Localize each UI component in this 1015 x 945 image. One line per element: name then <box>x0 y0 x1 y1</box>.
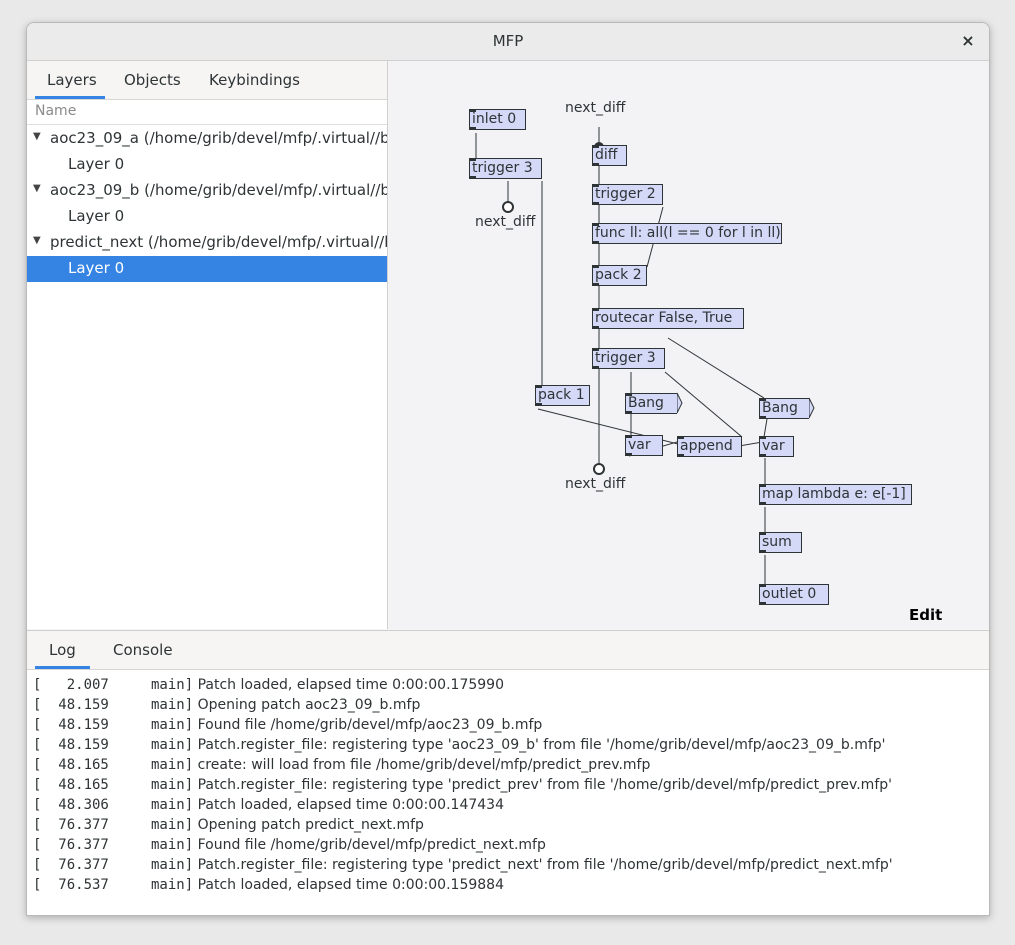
patch-canvas[interactable]: next_diff next_diff next_diff inlet 0 tr… <box>389 61 989 629</box>
bottom-tab-bar: Log Console <box>27 631 989 670</box>
patch-object-trigger[interactable]: trigger 2 <box>592 184 663 205</box>
log-message: Patch loaded, elapsed time 0:00:00.17599… <box>193 677 504 693</box>
log-timestamp: [ 48.159 main] <box>33 717 194 733</box>
log-timestamp: [ 2.007 main] <box>33 677 194 693</box>
log-timestamp: [ 48.306 main] <box>33 797 194 813</box>
log-output[interactable]: [ 2.007 main] Patch loaded, elapsed time… <box>33 675 983 915</box>
log-timestamp: [ 76.377 main] <box>33 837 194 853</box>
patch-object-pack[interactable]: pack 2 <box>592 265 647 286</box>
expander-down-icon[interactable]: ▼ <box>33 183 41 194</box>
patch-object-var[interactable]: var <box>625 435 663 456</box>
patch-object-routecar[interactable]: routecar False, True <box>592 308 744 329</box>
active-tab-indicator <box>35 96 105 99</box>
tree-row-layer[interactable]: Layer 0 <box>27 204 387 230</box>
tab-layers[interactable]: Layers <box>47 71 97 89</box>
log-message: Patch loaded, elapsed time 0:00:00.14743… <box>193 797 504 813</box>
log-timestamp: [ 48.165 main] <box>33 777 194 793</box>
column-name-label: Name <box>35 103 77 119</box>
log-message: Opening patch predict_next.mfp <box>193 817 424 833</box>
tree-row-label: Layer 0 <box>68 207 125 225</box>
bus-label: next_diff <box>475 214 536 230</box>
tree-row-label: Layer 0 <box>68 155 125 173</box>
tree-row-label: predict_next (/home/grib/devel/mfp/.virt… <box>50 233 387 251</box>
patch-object-inlet[interactable]: inlet 0 <box>469 109 526 130</box>
bottom-panel: Log Console [ 2.007 main] Patch loaded, … <box>27 630 989 915</box>
log-message: Opening patch aoc23_09_b.mfp <box>193 697 421 713</box>
log-message: Patch.register_file: registering type 'p… <box>193 857 893 873</box>
patch-object-pack[interactable]: pack 1 <box>535 385 590 406</box>
log-message: Patch.register_file: registering type 'p… <box>193 777 892 793</box>
patch-object-var[interactable]: var <box>759 436 794 457</box>
log-line: [ 48.165 main] create: will load from fi… <box>33 755 983 775</box>
bus-label: next_diff <box>565 476 626 492</box>
patch-message-bang[interactable]: Bang <box>625 393 677 414</box>
title-bar[interactable]: MFP × <box>27 23 989 61</box>
tab-console[interactable]: Console <box>113 641 173 659</box>
log-message: Found file /home/grib/devel/mfp/predict_… <box>193 837 546 853</box>
log-timestamp: [ 48.165 main] <box>33 757 194 773</box>
tree-column-header[interactable]: Name <box>27 100 387 125</box>
close-button[interactable]: × <box>957 30 979 52</box>
patch-object-func[interactable]: func ll: all(l == 0 for l in ll) <box>592 223 782 244</box>
log-line: [ 2.007 main] Patch loaded, elapsed time… <box>33 675 983 695</box>
patch-wires <box>475 127 815 584</box>
log-line: [ 76.377 main] Patch.register_file: regi… <box>33 855 983 875</box>
tree-row-label: Layer 0 <box>68 259 125 277</box>
patch-message-bang[interactable]: Bang <box>759 398 809 419</box>
log-line: [ 48.165 main] Patch.register_file: regi… <box>33 775 983 795</box>
expander-down-icon[interactable]: ▼ <box>33 235 41 246</box>
tree-row-label: aoc23_09_a (/home/grib/devel/mfp/.virtua… <box>50 129 387 147</box>
patch-object-append[interactable]: append <box>677 436 742 457</box>
log-message: create: will load from file /home/grib/d… <box>193 757 651 773</box>
log-line: [ 48.159 main] Opening patch aoc23_09_b.… <box>33 695 983 715</box>
bus-label: next_diff <box>565 100 626 116</box>
log-message: Patch loaded, elapsed time 0:00:00.15988… <box>193 877 504 893</box>
patch-object-sum[interactable]: sum <box>759 532 802 553</box>
log-message: Patch.register_file: registering type 'a… <box>193 737 886 753</box>
log-line: [ 76.377 main] Opening patch predict_nex… <box>33 815 983 835</box>
tree-row-patch-predict-next[interactable]: ▼ predict_next (/home/grib/devel/mfp/.vi… <box>27 230 387 256</box>
patch-object-map[interactable]: map lambda e: e[-1] <box>759 484 912 505</box>
tree-row-layer[interactable]: Layer 0 <box>27 152 387 178</box>
log-line: [ 76.377 main] Found file /home/grib/dev… <box>33 835 983 855</box>
log-line: [ 76.537 main] Patch loaded, elapsed tim… <box>33 875 983 895</box>
log-timestamp: [ 76.377 main] <box>33 817 194 833</box>
log-timestamp: [ 76.537 main] <box>33 877 194 893</box>
tab-keybindings[interactable]: Keybindings <box>209 71 300 89</box>
log-timestamp: [ 48.159 main] <box>33 737 194 753</box>
left-panel: Layers Objects Keybindings Name ▼ aoc23_… <box>27 61 388 629</box>
bang-flag-shape <box>676 392 683 414</box>
send-bus-circle[interactable] <box>502 201 514 213</box>
window-title: MFP <box>492 32 524 50</box>
patch-object-diff[interactable]: diff <box>592 145 627 166</box>
log-line: [ 48.306 main] Patch loaded, elapsed tim… <box>33 795 983 815</box>
tree-row-patch-aoc23-09-b[interactable]: ▼ aoc23_09_b (/home/grib/devel/mfp/.virt… <box>27 178 387 204</box>
tab-log[interactable]: Log <box>49 641 76 659</box>
active-tab-indicator <box>35 666 90 669</box>
tree-row-label: aoc23_09_b (/home/grib/devel/mfp/.virtua… <box>50 181 387 199</box>
edit-mode-indicator: Edit <box>909 606 943 624</box>
patch-object-outlet[interactable]: outlet 0 <box>759 584 829 605</box>
tree-row-layer-selected[interactable]: Layer 0 <box>27 256 387 282</box>
mfp-window: MFP × Layers Objects Keybindings Name ▼ … <box>26 22 990 916</box>
expander-down-icon[interactable]: ▼ <box>33 131 41 142</box>
log-timestamp: [ 48.159 main] <box>33 697 194 713</box>
left-tab-bar: Layers Objects Keybindings <box>27 61 387 100</box>
tree-row-patch-aoc23-09-a[interactable]: ▼ aoc23_09_a (/home/grib/devel/mfp/.virt… <box>27 126 387 152</box>
log-timestamp: [ 76.377 main] <box>33 857 194 873</box>
send-bus-circle[interactable] <box>593 463 605 475</box>
log-message: Found file /home/grib/devel/mfp/aoc23_09… <box>193 717 543 733</box>
tab-objects[interactable]: Objects <box>124 71 181 89</box>
log-line: [ 48.159 main] Found file /home/grib/dev… <box>33 715 983 735</box>
log-line: [ 48.159 main] Patch.register_file: regi… <box>33 735 983 755</box>
patch-object-trigger[interactable]: trigger 3 <box>469 158 542 179</box>
patch-object-trigger[interactable]: trigger 3 <box>592 348 665 369</box>
bang-flag-shape <box>808 397 815 419</box>
